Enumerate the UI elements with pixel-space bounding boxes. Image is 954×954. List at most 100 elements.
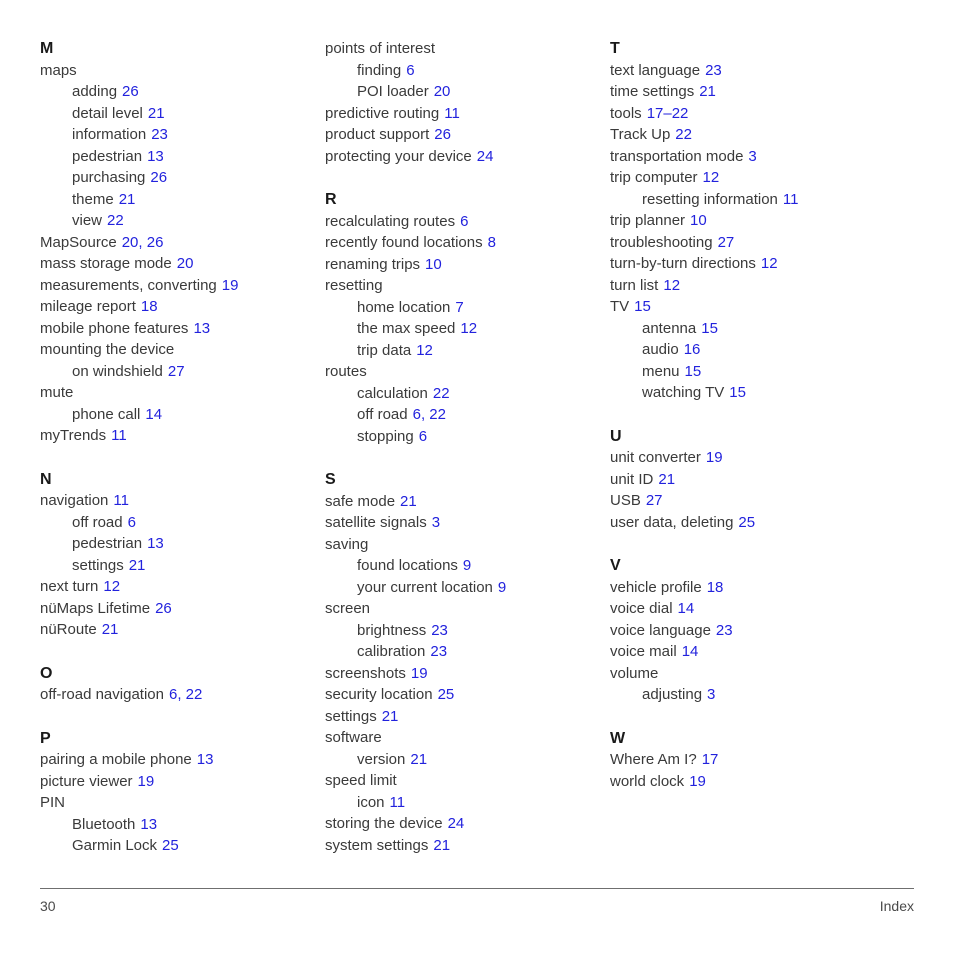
index-page-reference[interactable]: 21 xyxy=(658,471,675,488)
index-page-reference[interactable]: 12 xyxy=(460,320,477,337)
index-entry-label: phone call xyxy=(72,405,141,423)
index-page-reference[interactable]: 12 xyxy=(663,277,680,294)
index-page-reference[interactable]: 27 xyxy=(168,363,185,380)
index-entry-label: security location xyxy=(325,686,433,703)
index-page-reference[interactable]: 22 xyxy=(433,385,450,402)
index-page-reference[interactable]: 6, 22 xyxy=(169,686,202,703)
index-page-reference[interactable]: 9 xyxy=(463,557,471,574)
index-page-reference[interactable]: 22 xyxy=(107,212,124,229)
index-page-reference[interactable]: 6 xyxy=(460,213,468,230)
index-page-reference[interactable]: 21 xyxy=(433,837,450,854)
index-page-reference[interactable]: 13 xyxy=(140,816,157,833)
index-page-reference[interactable]: 21 xyxy=(410,751,427,768)
index-page-reference[interactable]: 12 xyxy=(416,342,433,359)
index-page-reference[interactable]: 21 xyxy=(102,621,119,638)
index-subentry: detail level 21 xyxy=(40,103,325,125)
index-page-reference[interactable]: 21 xyxy=(400,493,417,510)
index-entry-label: recently found locations xyxy=(325,234,483,251)
index-page-reference[interactable]: 21 xyxy=(699,83,716,100)
index-page-reference[interactable]: 11 xyxy=(113,492,129,509)
index-subentry: brightness 23 xyxy=(325,620,610,642)
index-page-reference[interactable]: 21 xyxy=(148,105,165,122)
index-page-reference[interactable]: 25 xyxy=(162,837,179,854)
index-page-reference[interactable]: 26 xyxy=(122,83,139,100)
index-page-reference[interactable]: 17–22 xyxy=(647,105,689,122)
index-page-reference[interactable]: 11 xyxy=(111,427,127,444)
index-page-reference[interactable]: 3 xyxy=(707,686,715,703)
index-entry-label: adjusting xyxy=(642,686,703,703)
index-page-reference[interactable]: 8 xyxy=(488,234,496,251)
index-page-reference[interactable]: 13 xyxy=(147,535,164,552)
index-page-reference[interactable]: 13 xyxy=(193,320,210,337)
index-page-reference[interactable]: 15 xyxy=(634,298,651,315)
index-page-reference[interactable]: 18 xyxy=(141,298,158,315)
index-page-reference[interactable]: 19 xyxy=(706,449,723,466)
index-page-reference[interactable]: 19 xyxy=(222,277,239,294)
index-entry: safe mode 21 xyxy=(325,491,610,513)
index-page-reference[interactable]: 16 xyxy=(684,341,701,358)
index-page-reference[interactable]: 26 xyxy=(150,169,167,186)
index-entry: Track Up 22 xyxy=(610,124,910,146)
index-page-reference[interactable]: 19 xyxy=(138,773,155,790)
index-entry-label: voice mail xyxy=(610,643,677,660)
index-page-reference[interactable]: 14 xyxy=(145,406,162,423)
index-page-reference[interactable]: 18 xyxy=(707,579,724,596)
index-page-reference[interactable]: 23 xyxy=(716,622,733,639)
index-page-reference[interactable]: 23 xyxy=(430,643,447,660)
index-page-reference[interactable]: 11 xyxy=(390,794,406,811)
index-page-reference[interactable]: 20 xyxy=(434,83,451,100)
index-page-reference[interactable]: 24 xyxy=(448,815,465,832)
index-page-reference[interactable]: 6 xyxy=(419,428,427,445)
index-page-reference[interactable]: 19 xyxy=(411,665,428,682)
index-entry-label: theme xyxy=(72,190,114,208)
index-page-reference[interactable]: 9 xyxy=(498,579,506,596)
index-page-reference[interactable]: 10 xyxy=(690,212,707,229)
index-page-reference[interactable]: 17 xyxy=(702,751,719,768)
index-subentry: watching TV 15 xyxy=(610,382,910,404)
index-page-reference[interactable]: 25 xyxy=(438,686,455,703)
index-page-reference[interactable]: 11 xyxy=(444,105,460,122)
index-page-reference[interactable]: 3 xyxy=(432,514,440,531)
index-page-reference[interactable]: 22 xyxy=(675,126,692,143)
index-page-reference[interactable]: 15 xyxy=(701,320,718,337)
index-page-reference[interactable]: 25 xyxy=(738,514,755,531)
index-page-reference[interactable]: 12 xyxy=(103,578,120,595)
index-page-reference[interactable]: 12 xyxy=(761,255,778,272)
index-page-reference[interactable]: 23 xyxy=(151,126,168,143)
index-page-reference[interactable]: 23 xyxy=(705,62,722,79)
index-page-reference[interactable]: 23 xyxy=(431,622,448,639)
index-page-reference[interactable]: 21 xyxy=(129,557,146,574)
index-entry: points of interest xyxy=(325,38,610,60)
index-page-reference[interactable]: 7 xyxy=(455,299,463,316)
index-page-reference[interactable]: 12 xyxy=(703,169,720,186)
index-page-reference[interactable]: 27 xyxy=(718,234,735,251)
index-entry: screen xyxy=(325,598,610,620)
index-entry-label: safe mode xyxy=(325,492,396,510)
index-page-reference[interactable]: 6, 22 xyxy=(413,406,446,423)
index-page-reference[interactable]: 13 xyxy=(147,148,164,165)
index-page-reference[interactable]: 19 xyxy=(689,773,706,790)
index-entry-label: resetting information xyxy=(642,190,778,208)
index-page-reference[interactable]: 21 xyxy=(382,708,399,725)
index-page-reference[interactable]: 21 xyxy=(119,191,136,208)
index-page-reference[interactable]: 15 xyxy=(685,363,702,380)
index-entry-label: screen xyxy=(325,600,371,617)
index-page-reference[interactable]: 26 xyxy=(434,126,451,143)
index-page-reference[interactable]: 13 xyxy=(197,751,214,768)
index-page-reference[interactable]: 14 xyxy=(678,600,695,617)
index-page-reference[interactable]: 27 xyxy=(646,492,663,509)
index-entry-label: speed limit xyxy=(325,772,397,789)
index-page-reference[interactable]: 26 xyxy=(155,600,172,617)
index-page-reference[interactable]: 24 xyxy=(477,148,494,165)
index-page-reference[interactable]: 10 xyxy=(425,256,442,273)
index-page-reference[interactable]: 6 xyxy=(406,62,414,79)
index-page-reference[interactable]: 11 xyxy=(783,191,799,208)
index-entry: trip planner 10 xyxy=(610,210,910,232)
index-page-reference[interactable]: 15 xyxy=(729,384,746,401)
index-page-reference[interactable]: 3 xyxy=(748,148,756,165)
index-entry-label: calibration xyxy=(357,643,426,660)
index-page-reference[interactable]: 20, 26 xyxy=(122,234,164,251)
index-page-reference[interactable]: 14 xyxy=(682,643,699,660)
index-page-reference[interactable]: 20 xyxy=(177,255,194,272)
index-page-reference[interactable]: 6 xyxy=(128,514,136,531)
